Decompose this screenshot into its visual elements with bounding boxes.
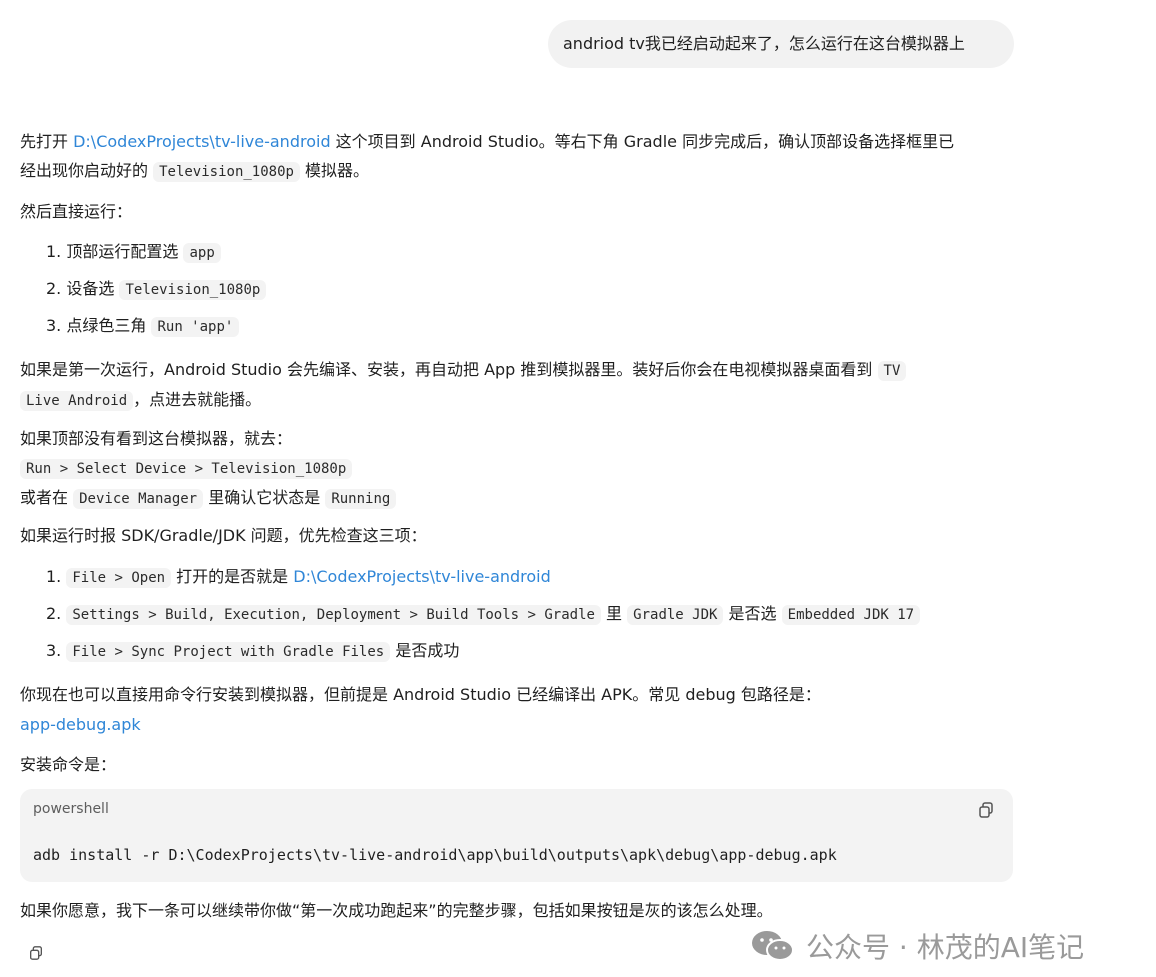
- answer-paragraph-1-line-2: 经出现你启动好的 Television_1080p 模拟器。: [20, 160, 369, 183]
- answer-paragraph-7: 你现在也可以直接用命令行安装到模拟器，但前提是 Android Studio 已…: [20, 685, 821, 704]
- watermark: 公众号 · 林茂的AI笔记: [750, 926, 1084, 966]
- code-content: adb install -r D:\CodexProjects\tv-live-…: [33, 846, 837, 864]
- step-item-3: 3. 点绿色三角 Run 'app': [46, 315, 240, 338]
- copy-icon[interactable]: [28, 945, 44, 961]
- answer-paragraph-1-line-1: 先打开 D:\CodexProjects\tv-live-android 这个项…: [20, 131, 954, 153]
- inline-code: Gradle JDK: [627, 605, 724, 625]
- text: 如果是第一次运行，Android Studio 会先编译、安装，再自动把 App…: [20, 360, 873, 379]
- text: 经出现你启动好的: [20, 161, 154, 180]
- project-path-link[interactable]: D:\CodexProjects\tv-live-android: [293, 567, 551, 586]
- answer-paragraph-6: 如果运行时报 SDK/Gradle/JDK 问题，优先检查这三项：: [20, 526, 427, 545]
- list-text: 顶部运行配置选: [66, 242, 179, 261]
- user-message-bubble: andriod tv我已经启动起来了，怎么运行在这台模拟器上: [548, 20, 1014, 68]
- list-number: 2.: [46, 279, 62, 298]
- list-text: 打开的是否就是: [176, 567, 289, 586]
- list-number: 2.: [46, 604, 62, 623]
- answer-paragraph-3-line-1: 如果是第一次运行，Android Studio 会先编译、安装，再自动把 App…: [20, 359, 907, 382]
- inline-code: Running: [325, 489, 397, 509]
- list-text: 里: [606, 604, 623, 623]
- watermark-text: 公众号 · 林茂的AI笔记: [806, 931, 1085, 964]
- list-number: 3.: [46, 641, 62, 660]
- inline-code: File > Open: [66, 568, 172, 588]
- list-number: 1.: [46, 242, 62, 261]
- inline-code: app: [183, 243, 221, 263]
- answer-paragraph-8: 安装命令是：: [20, 755, 117, 774]
- answer-paragraph-4: 如果顶部没有看到这台模拟器，就去：: [20, 429, 293, 448]
- list-text: 点绿色三角: [66, 316, 147, 335]
- check-item-3: 3. File > Sync Project with Gradle Files…: [46, 640, 459, 663]
- inline-code: File > Sync Project with Gradle Files: [66, 642, 391, 662]
- text: 先打开: [20, 132, 74, 151]
- answer-paragraph-5: 或者在 Device Manager 里确认它状态是 Running: [20, 487, 397, 510]
- text: 里确认它状态是: [208, 488, 321, 507]
- user-message-text: andriod tv我已经启动起来了，怎么运行在这台模拟器上: [563, 34, 965, 53]
- list-number: 1.: [46, 567, 62, 586]
- code-block: powershell adb install -r D:\CodexProjec…: [20, 789, 1013, 882]
- answer-paragraph-4-code: Run > Select Device > Television_1080p: [20, 457, 353, 480]
- apk-path-link[interactable]: app-debug.apk: [20, 714, 141, 736]
- wechat-logo-icon: [750, 929, 796, 963]
- answer-paragraph-2: 然后直接运行：: [20, 202, 133, 221]
- answer-paragraph-9: 如果你愿意，我下一条可以继续带你做“第一次成功跑起来”的完整步骤，包括如果按钮是…: [20, 901, 773, 920]
- step-item-2: 2. 设备选 Television_1080p: [46, 278, 267, 301]
- check-item-1: 1. File > Open 打开的是否就是 D:\CodexProjects\…: [46, 566, 551, 589]
- inline-code: Television_1080p: [153, 162, 300, 182]
- copy-icon[interactable]: [977, 801, 995, 819]
- text: 模拟器。: [299, 161, 370, 180]
- list-number: 3.: [46, 316, 62, 335]
- inline-code: TV: [877, 361, 907, 381]
- project-path-link[interactable]: D:\CodexProjects\tv-live-android: [73, 132, 331, 151]
- answer-paragraph-3-line-2: Live Android ，点进去就能播。: [20, 389, 261, 412]
- check-item-2: 2. Settings > Build, Execution, Deployme…: [46, 603, 921, 626]
- inline-code: Device Manager: [73, 489, 204, 509]
- code-language-label: powershell: [33, 801, 109, 817]
- text: 或者在: [20, 488, 69, 507]
- text: ，点进去就能播。: [133, 390, 262, 409]
- list-text: 是否选: [728, 604, 777, 623]
- inline-code: Live Android: [20, 391, 134, 411]
- inline-code: Television_1080p: [119, 280, 267, 300]
- inline-code: Settings > Build, Execution, Deployment …: [66, 605, 601, 625]
- text: 这个项目到 Android Studio。等右下角 Gradle 同步完成后，确…: [330, 132, 955, 151]
- list-text: 设备选: [66, 279, 115, 298]
- inline-code: Run 'app': [151, 317, 240, 337]
- step-item-1: 1. 顶部运行配置选 app: [46, 241, 221, 264]
- list-text: 是否成功: [395, 641, 460, 660]
- inline-code: Run > Select Device > Television_1080p: [20, 459, 353, 479]
- inline-code: Embedded JDK 17: [781, 605, 921, 625]
